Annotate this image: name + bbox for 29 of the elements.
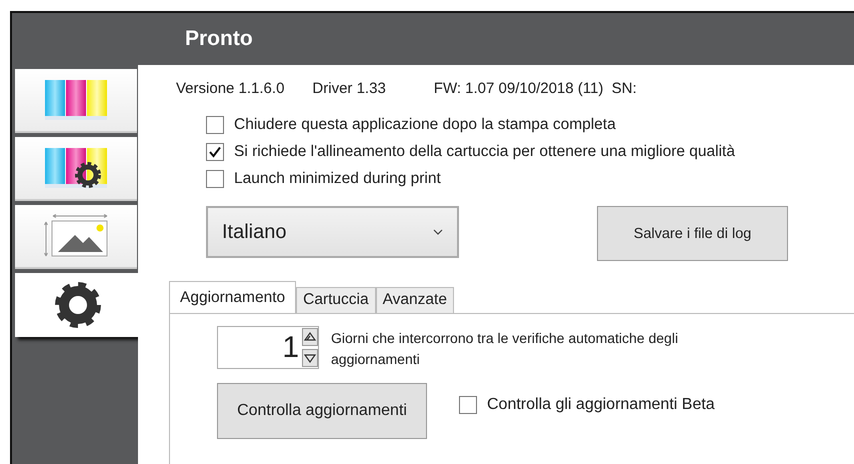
checkbox-label: Si richiede l'allineamento della cartuccia per ottenere una migliore qualità	[234, 143, 735, 161]
checkbox[interactable]	[459, 396, 477, 414]
language-dropdown[interactable]: Italiano	[206, 206, 459, 258]
chevron-down-icon	[433, 229, 443, 235]
sidebar-item[interactable]	[15, 137, 137, 201]
days-label: Giorni che intercorrono tra le verifiche automatiche degli aggiornamenti	[331, 329, 680, 369]
checkbox[interactable]	[206, 170, 224, 188]
window-title: Pronto	[185, 27, 253, 51]
arrow-up-icon[interactable]	[302, 328, 318, 346]
ink-cartridges-icon	[44, 79, 108, 121]
checkbox[interactable]	[206, 143, 224, 161]
version-info: FW: 1.07 09/10/2018 (11) SN:	[434, 80, 637, 97]
tab[interactable]: Cartuccia	[296, 287, 376, 313]
days-spinner[interactable]: 1	[217, 326, 319, 369]
tab[interactable]: Avanzate	[376, 287, 454, 313]
checkbox-label: Controlla gli aggiornamenti Beta	[487, 396, 715, 414]
version-info: Versione 1.1.6.0	[176, 80, 284, 97]
tab[interactable]: Aggiornamento	[169, 281, 296, 313]
checkbox-label: Launch minimized during print	[234, 170, 441, 188]
image-dimensions-icon	[43, 214, 109, 258]
ink-cartridges-gear-icon	[44, 147, 108, 189]
checkbox-label: Chiudere questa applicazione dopo la stampa completa	[234, 116, 616, 134]
checkbox[interactable]	[206, 116, 224, 134]
arrow-down-icon[interactable]	[302, 349, 318, 367]
save-logs-button[interactable]: Salvare i file di log	[597, 206, 788, 261]
version-info: Driver 1.33	[312, 80, 386, 97]
sidebar-item[interactable]	[15, 205, 137, 269]
check-updates-button[interactable]: Controlla aggiornamenti	[217, 383, 427, 439]
sidebar-item[interactable]	[15, 273, 140, 337]
